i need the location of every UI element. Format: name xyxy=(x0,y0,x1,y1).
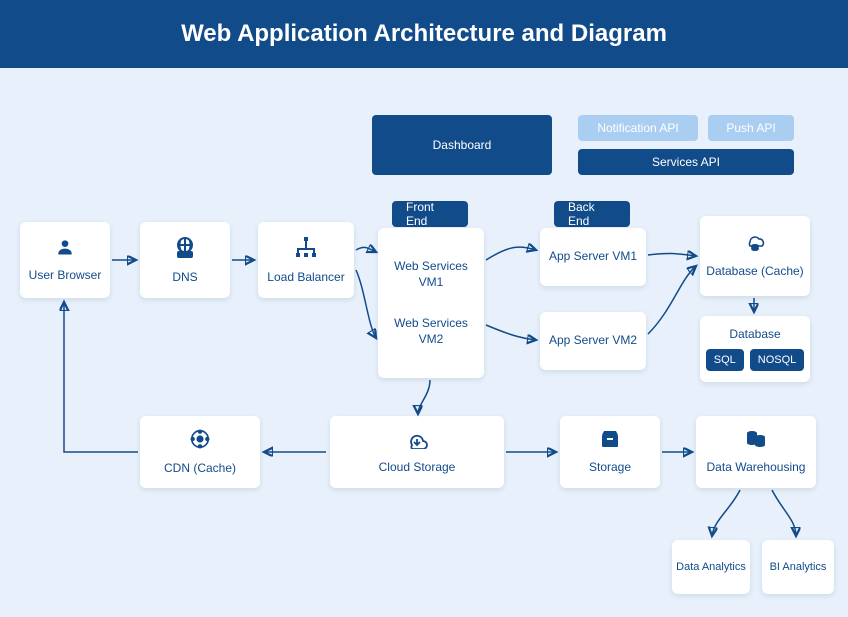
data-warehousing-label: Data Warehousing xyxy=(707,460,806,476)
cloud-storage-node: Cloud Storage xyxy=(330,416,504,488)
cloud-db-icon xyxy=(743,233,767,258)
user-browser-label: User Browser xyxy=(29,268,102,284)
sql-chip: SQL xyxy=(706,349,744,371)
back-end-label: Back End xyxy=(554,201,630,227)
warehouse-icon xyxy=(744,429,768,454)
data-warehousing-node: Data Warehousing xyxy=(696,416,816,488)
cloud-storage-label: Cloud Storage xyxy=(379,460,456,476)
app-server-vm1-node: App Server VM1 xyxy=(540,228,646,286)
globe-icon: DNS xyxy=(173,235,197,264)
network-icon xyxy=(294,235,318,264)
load-balancer-label: Load Balancer xyxy=(267,270,344,286)
app-server-vm2-node: App Server VM2 xyxy=(540,312,646,370)
web-services-vm1-label: Web Services VM1 xyxy=(382,259,480,290)
diagram-canvas: Dashboard Notification API Push API Serv… xyxy=(0,70,848,617)
dns-node: DNS DNS xyxy=(140,222,230,298)
cdn-label: CDN (Cache) xyxy=(164,461,236,477)
push-api-node: Push API xyxy=(708,115,794,141)
database-chips: SQL NOSQL xyxy=(706,349,805,371)
database-cache-label: Database (Cache) xyxy=(706,264,803,280)
database-label: Database xyxy=(729,327,780,343)
cloud-icon xyxy=(403,429,431,454)
bi-analytics-label: BI Analytics xyxy=(770,560,827,574)
bi-analytics-node: BI Analytics xyxy=(762,540,834,594)
app-server-vm2-label: App Server VM2 xyxy=(549,333,637,349)
data-analytics-node: Data Analytics xyxy=(672,540,750,594)
page-title: Web Application Architecture and Diagram xyxy=(0,0,848,68)
web-services-container: Web Services VM1 Web Services VM2 xyxy=(378,228,484,378)
storage-icon xyxy=(599,429,621,454)
dns-label: DNS xyxy=(172,270,197,286)
svg-text:DNS: DNS xyxy=(180,252,191,258)
notification-api-node: Notification API xyxy=(578,115,698,141)
front-end-label: Front End xyxy=(392,201,468,227)
load-balancer-node: Load Balancer xyxy=(258,222,354,298)
cdn-node: CDN (Cache) xyxy=(140,416,260,488)
user-icon xyxy=(55,237,75,262)
user-browser-node: User Browser xyxy=(20,222,110,298)
database-node: Database SQL NOSQL xyxy=(700,316,810,382)
services-api-node: Services API xyxy=(578,149,794,175)
database-cache-node: Database (Cache) xyxy=(700,216,810,296)
app-server-vm1-label: App Server VM1 xyxy=(549,249,637,265)
storage-label: Storage xyxy=(589,460,631,476)
web-services-vm2-label: Web Services VM2 xyxy=(382,316,480,347)
dashboard-node: Dashboard xyxy=(372,115,552,175)
cdn-icon xyxy=(189,428,211,455)
storage-node: Storage xyxy=(560,416,660,488)
data-analytics-label: Data Analytics xyxy=(676,560,746,574)
nosql-chip: NOSQL xyxy=(750,349,805,371)
